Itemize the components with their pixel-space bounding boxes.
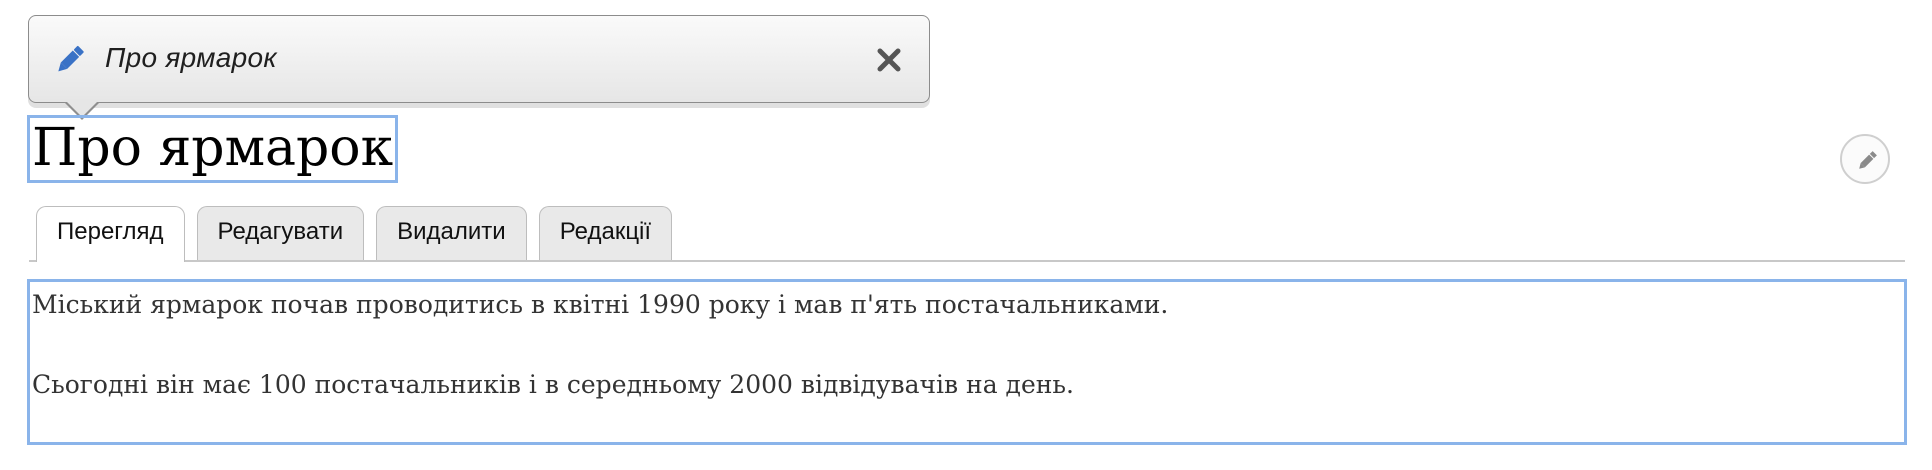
tab-delete[interactable]: Видалити [376,206,527,260]
pencil-icon [1859,151,1877,169]
body-paragraph: Міський ярмарок почав проводитись в квіт… [32,290,1169,319]
tab-revisions[interactable]: Редакції [538,206,673,260]
edit-page-button[interactable] [1840,134,1890,184]
contextual-edit-tooltip: Про ярмарок [28,15,930,103]
tab-divider [29,260,1905,262]
tab-view[interactable]: Перегляд [36,206,185,262]
tab-edit[interactable]: Редагувати [196,206,365,260]
pencil-icon [51,40,89,78]
content-body[interactable]: Міський ярмарок почав проводитись в квіт… [27,279,1907,445]
page-title[interactable]: Про ярмарок [27,115,399,183]
body-paragraph: Сьогодні він має 100 постачальників і в … [32,370,1074,399]
tab-bar: Перегляд Редагувати Видалити Редакції [36,206,673,262]
close-icon[interactable] [875,46,903,74]
tooltip-title: Про ярмарок [105,42,277,73]
